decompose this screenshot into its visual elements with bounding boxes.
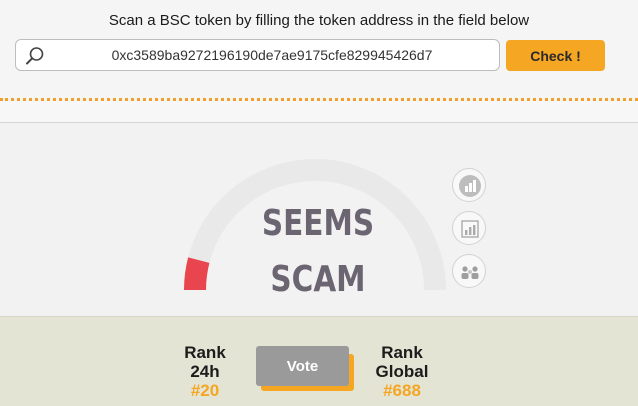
rank-bar: Rank 24h #20 Vote Rank Global #688 xyxy=(0,316,638,406)
chart-bar-icon[interactable] xyxy=(452,168,486,202)
section-divider xyxy=(0,101,638,123)
check-button[interactable]: Check ! xyxy=(506,40,605,71)
users-icon[interactable] xyxy=(452,254,486,288)
side-icon-group xyxy=(452,168,490,297)
rank-24h: Rank 24h #20 xyxy=(160,343,250,400)
rank-24h-value: #20 xyxy=(190,381,220,400)
instruction-text: Scan a BSC token by filling the token ad… xyxy=(108,12,530,29)
rank-24h-label-line1: Rank xyxy=(184,343,226,362)
verdict-line-2: SCAM xyxy=(270,259,366,300)
chart-column-icon[interactable] xyxy=(452,211,486,245)
result-panel: SEEMS SCAM xyxy=(0,124,638,316)
rank-global-value: #688 xyxy=(383,381,421,400)
rank-24h-label-line2: 24h xyxy=(190,362,220,381)
rank-global: Rank Global #688 xyxy=(357,343,447,400)
verdict-label: SEEMS SCAM xyxy=(252,196,383,308)
search-icon xyxy=(24,45,46,67)
token-address-input[interactable] xyxy=(52,40,492,70)
token-search-box[interactable] xyxy=(15,39,500,71)
rank-global-label-line2: Global xyxy=(375,362,429,381)
scan-header: Scan a BSC token by filling the token ad… xyxy=(0,0,638,100)
verdict-line-1: SEEMS xyxy=(261,203,375,244)
gauge-fill xyxy=(184,257,210,291)
rank-global-label-line1: Rank xyxy=(381,343,423,362)
vote-button[interactable]: Vote xyxy=(256,346,349,386)
